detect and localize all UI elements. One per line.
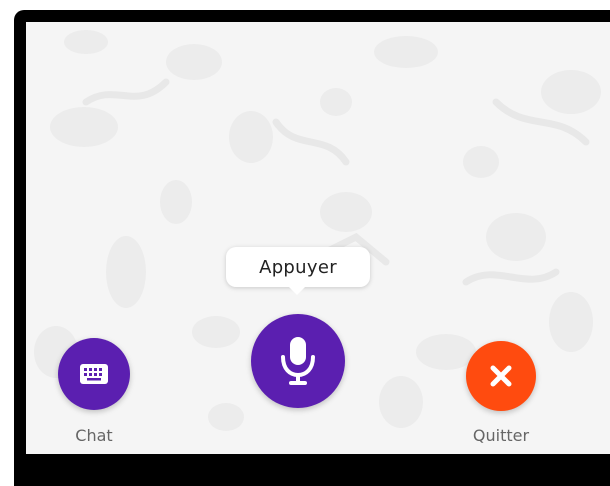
- quit-button[interactable]: [466, 341, 536, 411]
- microphone-icon: [281, 337, 315, 385]
- keyboard-icon: [80, 364, 108, 384]
- close-icon: [490, 365, 512, 387]
- tooltip-arrow: [288, 286, 306, 295]
- chat-label: Chat: [75, 426, 113, 445]
- quit-label: Quitter: [472, 426, 530, 445]
- chat-button[interactable]: [58, 338, 130, 410]
- microphone-button[interactable]: [251, 314, 345, 408]
- bottom-frame-bar: [26, 454, 610, 486]
- press-tooltip: Appuyer: [226, 247, 370, 287]
- tooltip-text: Appuyer: [259, 256, 337, 278]
